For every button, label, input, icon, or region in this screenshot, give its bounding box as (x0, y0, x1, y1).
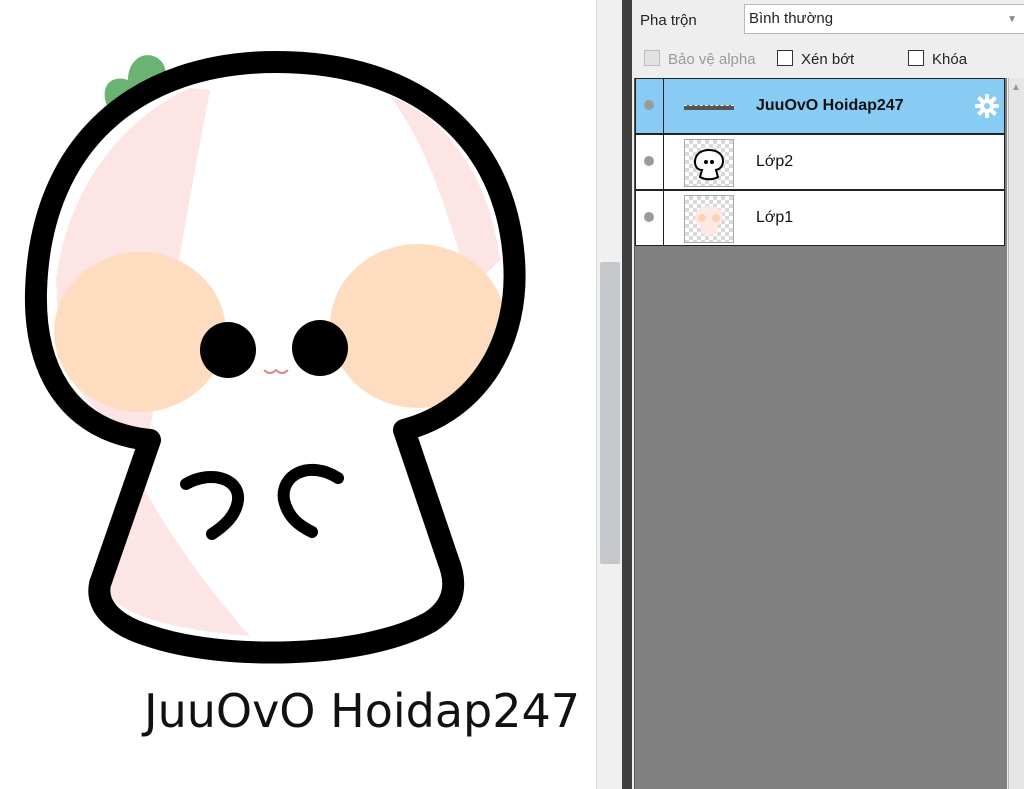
layer-thumbnail (684, 139, 734, 187)
visibility-toggle[interactable] (636, 191, 664, 245)
checkbox-box (644, 50, 660, 66)
clipping-checkbox[interactable]: Xén bớt (777, 50, 854, 68)
layer-name: Lớp2 (756, 153, 794, 170)
blend-mode-select[interactable]: Bình thường ▼ (744, 4, 1024, 34)
layer-list: JuuOvO Hoidap247 Lớp2 Lớp1 (634, 78, 1007, 789)
checkbox-box (777, 50, 793, 66)
layer-row-text[interactable]: JuuOvO Hoidap247 (635, 78, 1005, 134)
layer-panel: Pha trộn Bình thường ▼ Bảo vệ alpha Xén … (632, 0, 1024, 789)
thumbnail-character-icon (693, 148, 725, 181)
left-eye (200, 322, 256, 378)
protect-alpha-checkbox[interactable]: Bảo vệ alpha (644, 50, 756, 68)
layer-list-scrollbar[interactable]: ▲ (1008, 78, 1024, 789)
canvas-text: JuuOvO Hoidap247 (144, 684, 581, 738)
drawing-canvas[interactable]: JuuOvO Hoidap247 (0, 0, 596, 789)
right-eye (292, 320, 348, 376)
protect-alpha-label: Bảo vệ alpha (668, 51, 756, 68)
visibility-toggle[interactable] (636, 135, 664, 189)
visibility-dot-icon (644, 212, 654, 222)
left-cheek (54, 252, 226, 412)
checkbox-box (908, 50, 924, 66)
character-artwork (24, 51, 526, 664)
blend-mode-label: Pha trộn (640, 12, 697, 29)
text-layer-icon (684, 83, 734, 131)
chevron-down-icon: ▼ (1007, 14, 1017, 25)
clipping-label: Xén bớt (801, 51, 855, 68)
gear-icon[interactable] (974, 93, 1000, 119)
layer-options-row: Bảo vệ alpha Xén bớt Khóa (632, 46, 1024, 74)
blend-mode-row: Pha trộn Bình thường ▼ (632, 0, 1024, 40)
canvas-vertical-scrollbar[interactable] (596, 0, 623, 789)
scroll-up-arrow-icon[interactable]: ▲ (1011, 82, 1021, 93)
visibility-dot-icon (644, 156, 654, 166)
lock-checkbox[interactable]: Khóa (908, 50, 967, 68)
layer-row-2[interactable]: Lớp2 (635, 134, 1005, 190)
layer-name: Lớp1 (756, 209, 794, 226)
blend-mode-value: Bình thường (749, 10, 834, 27)
panel-divider (622, 0, 632, 789)
lock-label: Khóa (932, 51, 968, 68)
scrollbar-thumb[interactable] (600, 262, 620, 564)
visibility-dot-icon (644, 100, 654, 110)
layer-row-1[interactable]: Lớp1 (635, 190, 1005, 246)
thumbnail-color-icon (695, 206, 723, 236)
layer-thumbnail (684, 195, 734, 243)
layer-name: JuuOvO Hoidap247 (756, 97, 904, 114)
visibility-toggle[interactable] (636, 79, 664, 133)
